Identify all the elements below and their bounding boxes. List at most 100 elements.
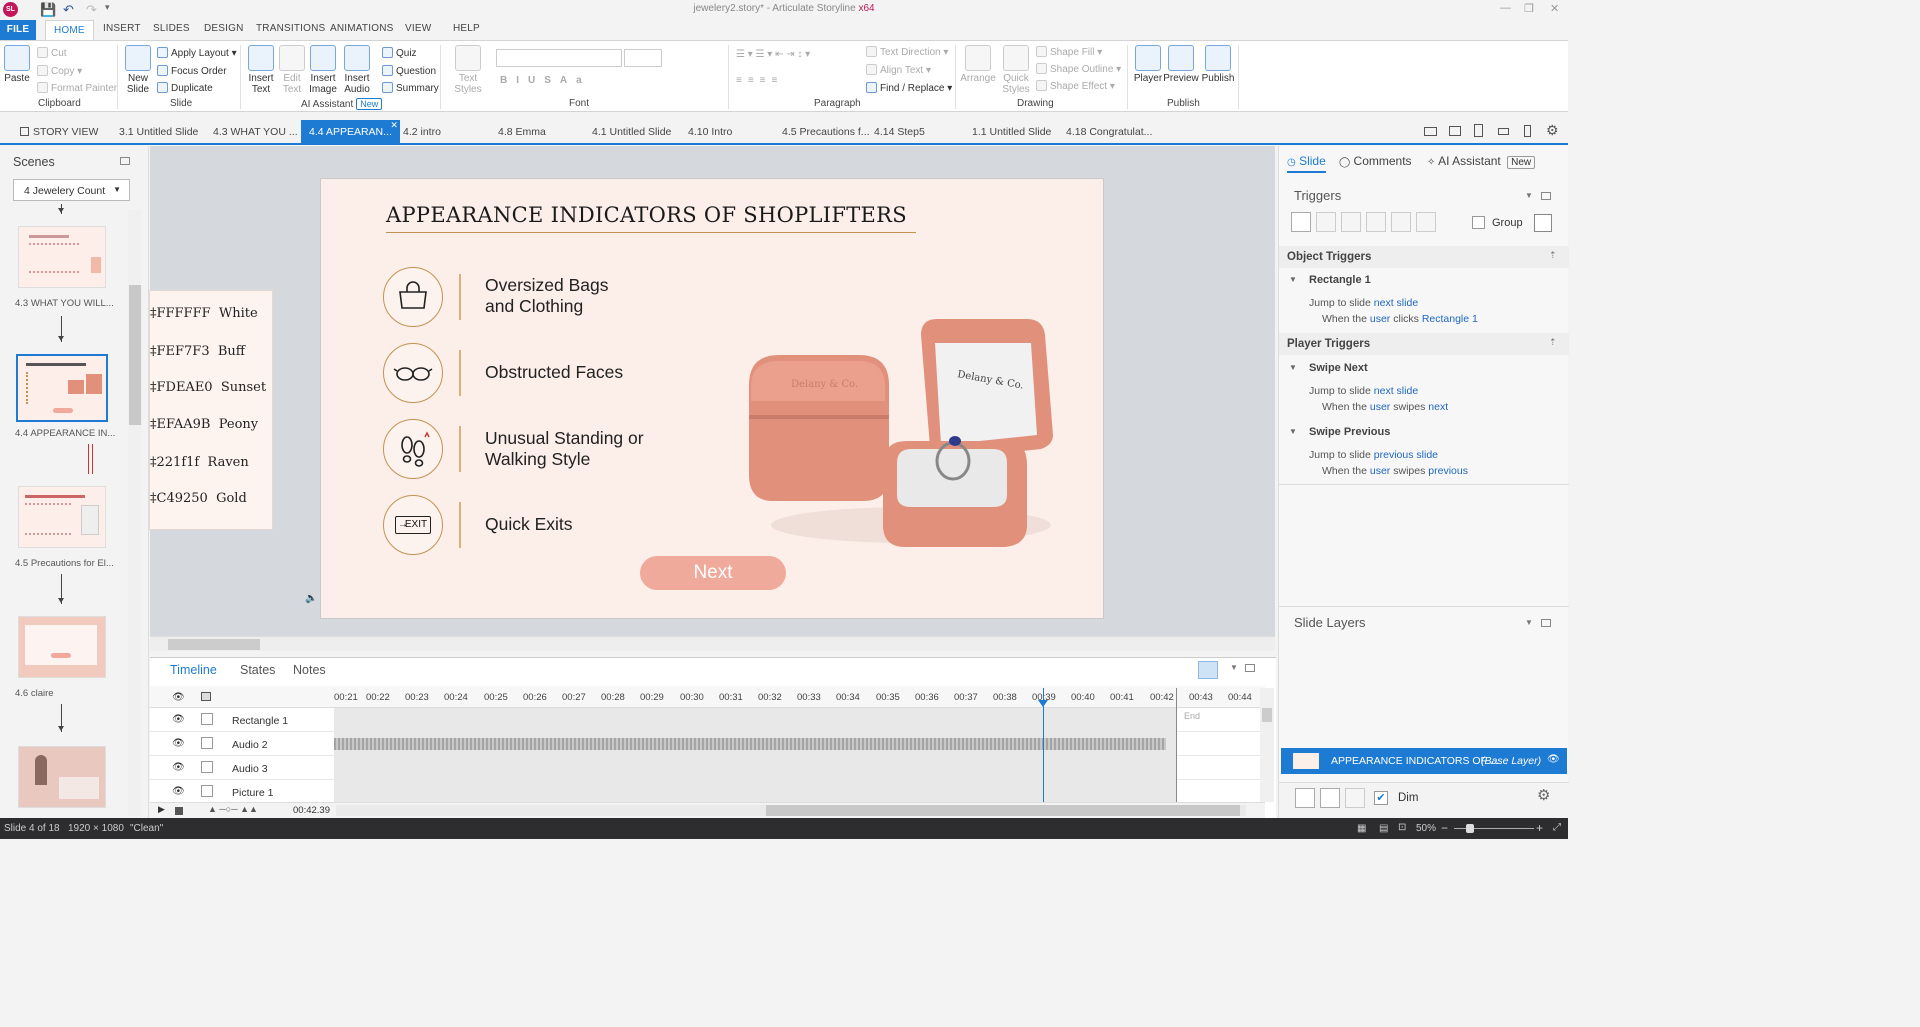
tab-ai-assistant[interactable]: ✧ AI Assistant New [1427,154,1536,169]
close-icon[interactable]: ✕ [1550,2,1559,15]
tab-story-view[interactable]: STORY VIEW [20,126,98,138]
tab-states[interactable]: States [240,663,275,677]
delete-trigger-icon[interactable] [1391,212,1411,232]
scrollbar-thumb[interactable] [168,639,260,650]
desktop-view-icon[interactable] [1424,127,1437,136]
trigger-wizard-icon[interactable] [1534,214,1552,232]
maximize-icon[interactable]: ❐ [1524,2,1534,15]
text-styles-button[interactable]: Text Styles [446,45,490,95]
grid-view-icon[interactable]: ▤ [1379,823,1388,834]
lock-checkbox[interactable] [201,785,213,797]
dim-checkbox[interactable]: ✔ [1374,791,1388,805]
trigger-action[interactable]: Jump to slide next slide [1309,385,1418,397]
slide-tab[interactable]: 3.1 Untitled Slide [119,126,198,138]
zoom-slider[interactable] [1454,824,1534,833]
copy-trigger-icon[interactable] [1341,212,1361,232]
panel-undock-icon[interactable] [120,157,130,165]
stop-icon[interactable] [175,807,183,815]
phone-portrait-icon[interactable] [1524,125,1531,137]
slide-tab[interactable]: 4.18 Congratulat... [1066,126,1152,138]
chevron-down-icon[interactable]: ▼ [1525,618,1533,627]
slide-tab[interactable]: 1.1 Untitled Slide [972,126,1051,138]
text-direction-button[interactable]: Text Direction ▾ [866,46,948,58]
new-slide-button[interactable]: New Slide [122,45,154,95]
slide-tab-active[interactable]: 4.4 APPEARAN... ✕ [301,120,400,145]
close-tab-icon[interactable]: ✕ [390,113,398,138]
paste-trigger-icon[interactable] [1366,212,1386,232]
lock-icon[interactable] [201,692,211,701]
lock-checkbox[interactable] [201,737,213,749]
shape-effect-button[interactable]: Shape Effect ▾ [1036,80,1115,92]
tab-slides[interactable]: SLIDES [153,23,190,34]
focus-order-button[interactable]: Focus Order [157,65,227,77]
trigger-condition[interactable]: When the user swipes previous [1322,465,1468,477]
scene-dropdown[interactable]: 4 Jewelery Count ▼ [13,179,130,201]
font-size-select[interactable] [624,49,662,67]
panel-undock-icon[interactable] [1245,664,1255,672]
layer-name[interactable]: Audio 2 [232,739,268,751]
eye-icon[interactable]: 👁 [172,762,185,773]
chevron-down-icon[interactable]: ▼ [1525,191,1533,200]
eye-icon[interactable]: 👁 [172,786,185,797]
format-painter-button[interactable]: Format Painter [37,82,117,94]
eye-icon[interactable]: 👁 [172,714,185,725]
layer-name[interactable]: Audio 3 [232,763,268,775]
slide-tab[interactable]: 4.5 Precautions f... [782,126,870,138]
scenes-scrollbar[interactable] [128,210,142,816]
slide-stage[interactable]: APPEARANCE INDICATORS OF SHOPLIFTERS Ove… [320,178,1104,619]
paste-button[interactable]: Paste [4,45,30,84]
slide-thumbnail[interactable] [18,616,106,678]
layer-name[interactable]: Rectangle 1 [232,715,288,727]
tablet-landscape-icon[interactable] [1449,126,1461,136]
insert-text-button[interactable]: Insert Text [246,45,276,95]
fit-icon[interactable]: ⊡ [1398,822,1406,833]
scrollbar-thumb[interactable] [1262,708,1272,722]
slide-tab[interactable]: 4.10 Intro [688,126,732,138]
timeline-vscroll[interactable] [1260,688,1274,802]
gear-icon[interactable]: ⚙ [1546,122,1559,139]
cut-button[interactable]: Cut [37,47,67,59]
scrollbar-thumb[interactable] [766,805,1240,816]
collapse-icon[interactable]: ⇡ [1549,337,1557,348]
panel-undock-icon[interactable] [1541,619,1551,627]
slide-tab[interactable]: 4.1 Untitled Slide [592,126,671,138]
tablet-portrait-icon[interactable] [1474,124,1483,137]
group-checkbox[interactable] [1472,216,1485,229]
slide-tab[interactable]: 4.3 WHAT YOU ... [213,126,298,138]
lock-checkbox[interactable] [201,761,213,773]
next-button[interactable]: Next [640,556,786,590]
slide-tab[interactable]: 4.8 Emma [498,126,546,138]
trigger-condition[interactable]: When the user swipes next [1322,401,1448,413]
edit-text-button[interactable]: Edit Text [279,45,305,95]
bullets-button[interactable]: ☰ ▾ ☰ ▾ ⇤ ⇥ ↕ ▾ [736,49,810,60]
base-layer-row[interactable]: APPEARANCE INDICATORS OF ... (Base Layer… [1281,748,1567,774]
insert-image-button[interactable]: Insert Image [308,45,338,95]
slide-thumbnail[interactable] [18,486,106,548]
tab-timeline[interactable]: Timeline [170,663,217,677]
layer-name[interactable]: Picture 1 [232,787,273,799]
slide-tab[interactable]: 4.14 Step5 [874,126,925,138]
minimize-icon[interactable]: — [1500,2,1511,14]
trigger-object-name[interactable]: Swipe Next [1309,362,1368,374]
align-text-button[interactable]: Align Text ▾ [866,64,931,76]
gear-icon[interactable]: ⚙ [1537,786,1550,804]
canvas-scrollbar[interactable] [150,636,1275,651]
normal-view-icon[interactable]: ▦ [1357,823,1366,834]
chevron-down-icon[interactable]: ▼ [1289,275,1297,284]
speaker-icon[interactable]: 🔈 [305,593,317,604]
zoom-slider[interactable]: ▲ ─○─ ▲▲ [208,804,258,814]
phone-landscape-icon[interactable] [1498,128,1509,135]
insert-audio-button[interactable]: Insert Audio [342,45,372,95]
delete-layer-icon[interactable] [1345,788,1365,808]
tab-slide[interactable]: ◷ Slide [1287,154,1326,173]
panel-undock-icon[interactable] [1541,192,1551,200]
trigger-action[interactable]: Jump to slide next slide [1309,297,1418,309]
player-button[interactable]: Player [1133,45,1163,84]
tab-comments[interactable]: ◯ Comments [1339,154,1412,168]
shape-outline-button[interactable]: Shape Outline ▾ [1036,63,1121,75]
timeline-settings-icon[interactable] [1198,661,1218,679]
slide-thumbnail-selected[interactable] [16,354,108,422]
tab-help[interactable]: HELP [453,23,480,34]
zoom-thumb[interactable] [1466,824,1474,833]
tab-view[interactable]: VIEW [405,23,431,34]
